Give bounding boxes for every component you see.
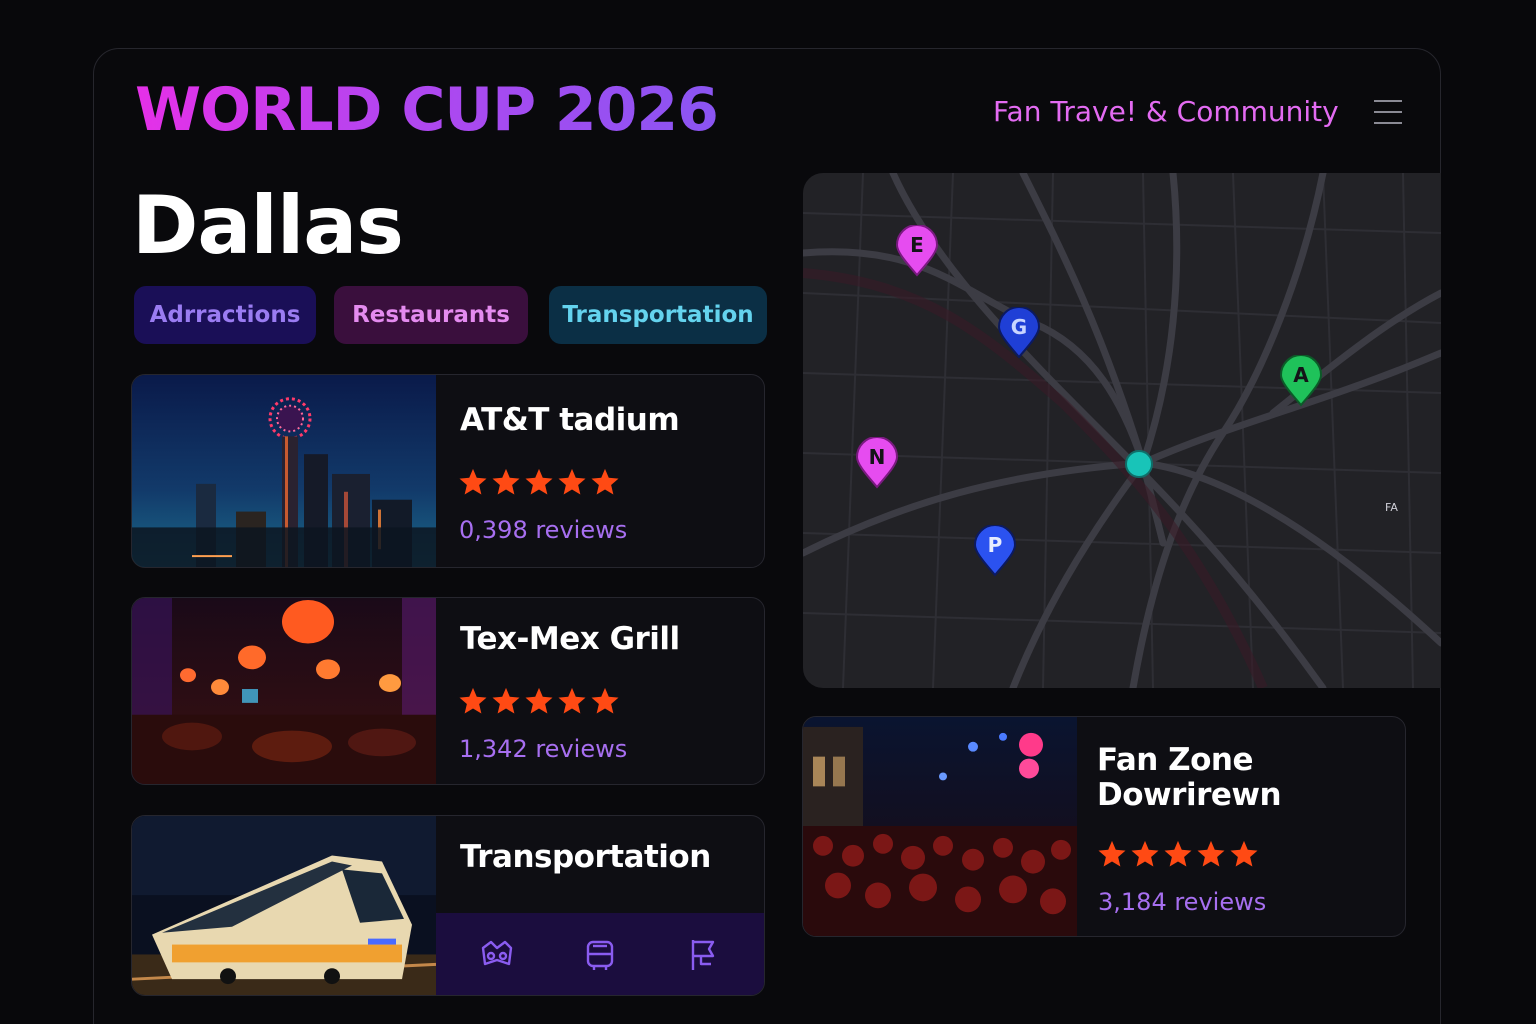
star-rating [458, 686, 620, 716]
venue-card-restaurant[interactable]: Tex-Mex Grill 1,342 reviews [131, 597, 765, 785]
star-icon [1164, 840, 1192, 867]
star-icon [591, 687, 619, 714]
map-pin-n[interactable]: N [855, 436, 899, 489]
map-marker-label: FA [1385, 501, 1398, 514]
map-pin-p[interactable]: P [973, 524, 1017, 577]
bus-icon[interactable] [580, 934, 620, 974]
star-rating [458, 467, 620, 497]
tab-attractions[interactable]: Adrractions [134, 286, 316, 344]
star-icon [558, 468, 586, 495]
star-icon [459, 687, 487, 714]
brand-title: WORLD CUP 2026 [135, 75, 719, 145]
map-pin-e[interactable]: E [895, 224, 939, 277]
star-icon [492, 468, 520, 495]
current-location-dot[interactable] [1125, 450, 1153, 478]
review-count[interactable]: 3,184 reviews [1098, 887, 1266, 917]
map-pin-g[interactable]: G [997, 306, 1041, 359]
star-icon [525, 468, 553, 495]
flag-icon[interactable] [683, 934, 723, 974]
dallas-skyline-photo [132, 375, 436, 567]
fan-zone-crowd-photo [803, 717, 1077, 936]
star-icon [558, 687, 586, 714]
tab-transportation[interactable]: Transportation [549, 286, 767, 344]
header-subtitle[interactable]: Fan Trave! & Community [993, 94, 1339, 130]
restaurant-interior-photo [132, 598, 436, 784]
transportation-card[interactable]: Transportation [131, 815, 765, 996]
city-map[interactable]: E G A N P FA [803, 173, 1441, 688]
hamburger-menu-icon[interactable] [1374, 100, 1402, 128]
car-share-icon[interactable] [477, 934, 517, 974]
light-rail-train-photo [132, 816, 436, 995]
fan-zone-title: Fan Zone Dowrirewn [1097, 742, 1282, 813]
review-count[interactable]: 0,398 reviews [459, 515, 627, 545]
venue-card-stadium[interactable]: AT&T tadium 0,398 reviews [131, 374, 765, 568]
star-icon [492, 687, 520, 714]
venue-title: Tex-Mex Grill [460, 621, 680, 657]
star-icon [525, 687, 553, 714]
review-count[interactable]: 1,342 reviews [459, 734, 627, 764]
map-pin-a[interactable]: A [1279, 354, 1323, 407]
star-icon [1131, 840, 1159, 867]
venue-title: AT&T tadium [460, 402, 680, 438]
transportation-title: Transportation [460, 839, 711, 875]
star-icon [1098, 840, 1126, 867]
star-icon [459, 468, 487, 495]
transportation-actions [436, 913, 764, 995]
fan-zone-card[interactable]: Fan Zone Dowrirewn 3,184 reviews [802, 716, 1406, 937]
star-icon [1197, 840, 1225, 867]
city-title: Dallas [132, 179, 404, 272]
star-rating [1097, 839, 1259, 869]
star-icon [591, 468, 619, 495]
tab-restaurants[interactable]: Restaurants [334, 286, 528, 344]
star-icon [1230, 840, 1258, 867]
